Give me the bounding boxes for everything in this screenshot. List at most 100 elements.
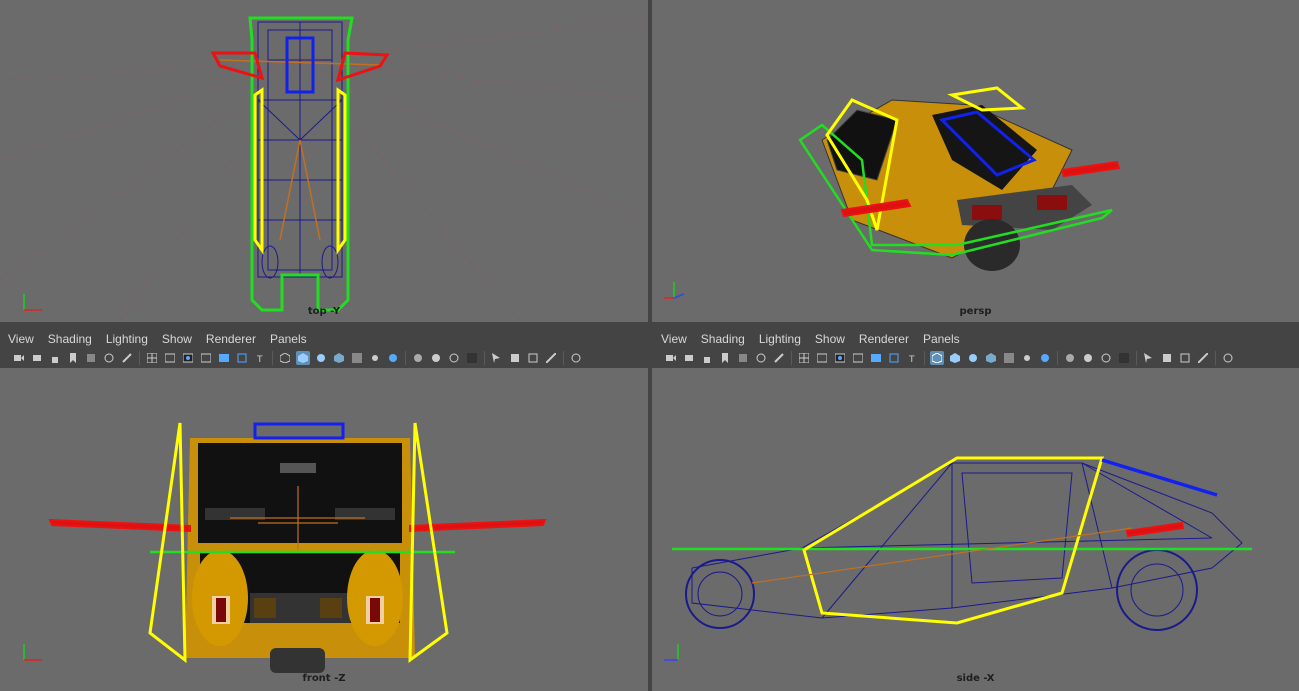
safe-title-icon[interactable]: T [905, 351, 919, 365]
toolbar-separator [484, 351, 485, 365]
safe-title-icon[interactable]: T [253, 351, 267, 365]
gate-mask-icon[interactable] [199, 351, 213, 365]
ambient-occlusion-icon[interactable] [386, 351, 400, 365]
xray-components-icon[interactable] [1178, 351, 1192, 365]
depth-of-field-icon[interactable] [1099, 351, 1113, 365]
use-lights-icon[interactable] [350, 351, 364, 365]
menu-view[interactable]: View [661, 332, 687, 346]
smooth-shade-icon[interactable] [948, 351, 962, 365]
viewport-front[interactable]: front -Z [0, 368, 648, 691]
xray-icon[interactable] [1142, 351, 1156, 365]
anti-aliasing-icon[interactable] [429, 351, 443, 365]
use-lights-icon[interactable] [1002, 351, 1016, 365]
toolbar-separator [405, 351, 406, 365]
backface-culling-icon[interactable] [1196, 351, 1210, 365]
2d-pan-icon[interactable] [754, 351, 768, 365]
toolbar-separator [1136, 351, 1137, 365]
backface-culling-icon[interactable] [544, 351, 558, 365]
xray-joints-icon[interactable] [508, 351, 522, 365]
ambient-occlusion-icon[interactable] [1038, 351, 1052, 365]
film-gate-icon[interactable] [815, 351, 829, 365]
film-gate-icon[interactable] [163, 351, 177, 365]
stereo-icon[interactable] [1221, 351, 1235, 365]
field-chart-icon[interactable] [869, 351, 883, 365]
menu-shading[interactable]: Shading [48, 332, 92, 346]
grid-icon[interactable] [145, 351, 159, 365]
left-panel-toolbar: T [10, 349, 648, 367]
textured-icon[interactable] [984, 351, 998, 365]
side-view-canvas[interactable] [652, 368, 1299, 691]
menu-lighting[interactable]: Lighting [759, 332, 801, 346]
depth-of-field-icon[interactable] [447, 351, 461, 365]
toolbar-separator [139, 351, 140, 365]
viewport-label: front -Z [302, 673, 346, 684]
bookmark-icon[interactable] [66, 351, 80, 365]
toolbar-separator [791, 351, 792, 365]
viewport-side[interactable]: side -X [652, 368, 1299, 691]
top-view-canvas[interactable] [0, 0, 648, 322]
xray-components-icon[interactable] [526, 351, 540, 365]
shadows-icon[interactable] [368, 351, 382, 365]
menu-lighting[interactable]: Lighting [106, 332, 148, 346]
toolbar-separator [563, 351, 564, 365]
shadows-icon[interactable] [1020, 351, 1034, 365]
resolution-gate-icon[interactable] [181, 351, 195, 365]
menu-renderer[interactable]: Renderer [206, 332, 256, 346]
stereo-icon[interactable] [569, 351, 583, 365]
camera-icon[interactable] [12, 351, 26, 365]
menu-show[interactable]: Show [815, 332, 845, 346]
lock-camera-icon[interactable] [48, 351, 62, 365]
viewport-top[interactable]: top -Y [0, 0, 648, 322]
gate-mask-icon[interactable] [851, 351, 865, 365]
menu-show[interactable]: Show [162, 332, 192, 346]
grease-pencil-icon[interactable] [120, 351, 134, 365]
motion-blur-icon[interactable] [411, 351, 425, 365]
right-panel-menubar: View Shading Lighting Show Renderer Pane… [661, 329, 1299, 349]
image-plane-icon[interactable] [84, 351, 98, 365]
axis-gizmo-icon [664, 644, 679, 661]
menu-shading[interactable]: Shading [701, 332, 745, 346]
select-camera-icon[interactable] [682, 351, 696, 365]
xray-joints-icon[interactable] [1160, 351, 1174, 365]
field-chart-icon[interactable] [217, 351, 231, 365]
anti-aliasing-icon[interactable] [1081, 351, 1095, 365]
menu-renderer[interactable]: Renderer [859, 332, 909, 346]
isolate-select-icon[interactable] [1117, 351, 1131, 365]
xray-icon[interactable] [490, 351, 504, 365]
resolution-gate-icon[interactable] [833, 351, 847, 365]
axis-gizmo-icon [23, 644, 42, 661]
grease-pencil-icon[interactable] [772, 351, 786, 365]
textured-icon[interactable] [332, 351, 346, 365]
svg-text:T: T [908, 355, 915, 363]
image-plane-icon[interactable] [736, 351, 750, 365]
toolbar-separator [1215, 351, 1216, 365]
select-camera-icon[interactable] [30, 351, 44, 365]
wireframe-icon[interactable] [930, 351, 944, 365]
left-panel-menubar: View Shading Lighting Show Renderer Pane… [8, 329, 648, 349]
motion-blur-icon[interactable] [1063, 351, 1077, 365]
menu-panels[interactable]: Panels [270, 332, 307, 346]
smooth-shade-icon[interactable] [296, 351, 310, 365]
isolate-select-icon[interactable] [465, 351, 479, 365]
menu-panels[interactable]: Panels [923, 332, 960, 346]
safe-action-icon[interactable] [887, 351, 901, 365]
persp-view-canvas[interactable] [652, 0, 1299, 322]
toolbar-separator [924, 351, 925, 365]
2d-pan-icon[interactable] [102, 351, 116, 365]
wireframe-icon[interactable] [278, 351, 292, 365]
safe-action-icon[interactable] [235, 351, 249, 365]
camera-icon[interactable] [664, 351, 678, 365]
default-material-icon[interactable] [314, 351, 328, 365]
lock-camera-icon[interactable] [700, 351, 714, 365]
bookmark-icon[interactable] [718, 351, 732, 365]
front-view-canvas[interactable] [0, 368, 648, 691]
default-material-icon[interactable] [966, 351, 980, 365]
viewport-persp[interactable]: persp [652, 0, 1299, 322]
grid-icon[interactable] [797, 351, 811, 365]
viewport-label: persp [959, 306, 992, 317]
viewport-label: side -X [956, 673, 995, 684]
toolbar-separator [1057, 351, 1058, 365]
toolbar-separator [272, 351, 273, 365]
viewport-label: top -Y [307, 306, 341, 317]
menu-view[interactable]: View [8, 332, 34, 346]
